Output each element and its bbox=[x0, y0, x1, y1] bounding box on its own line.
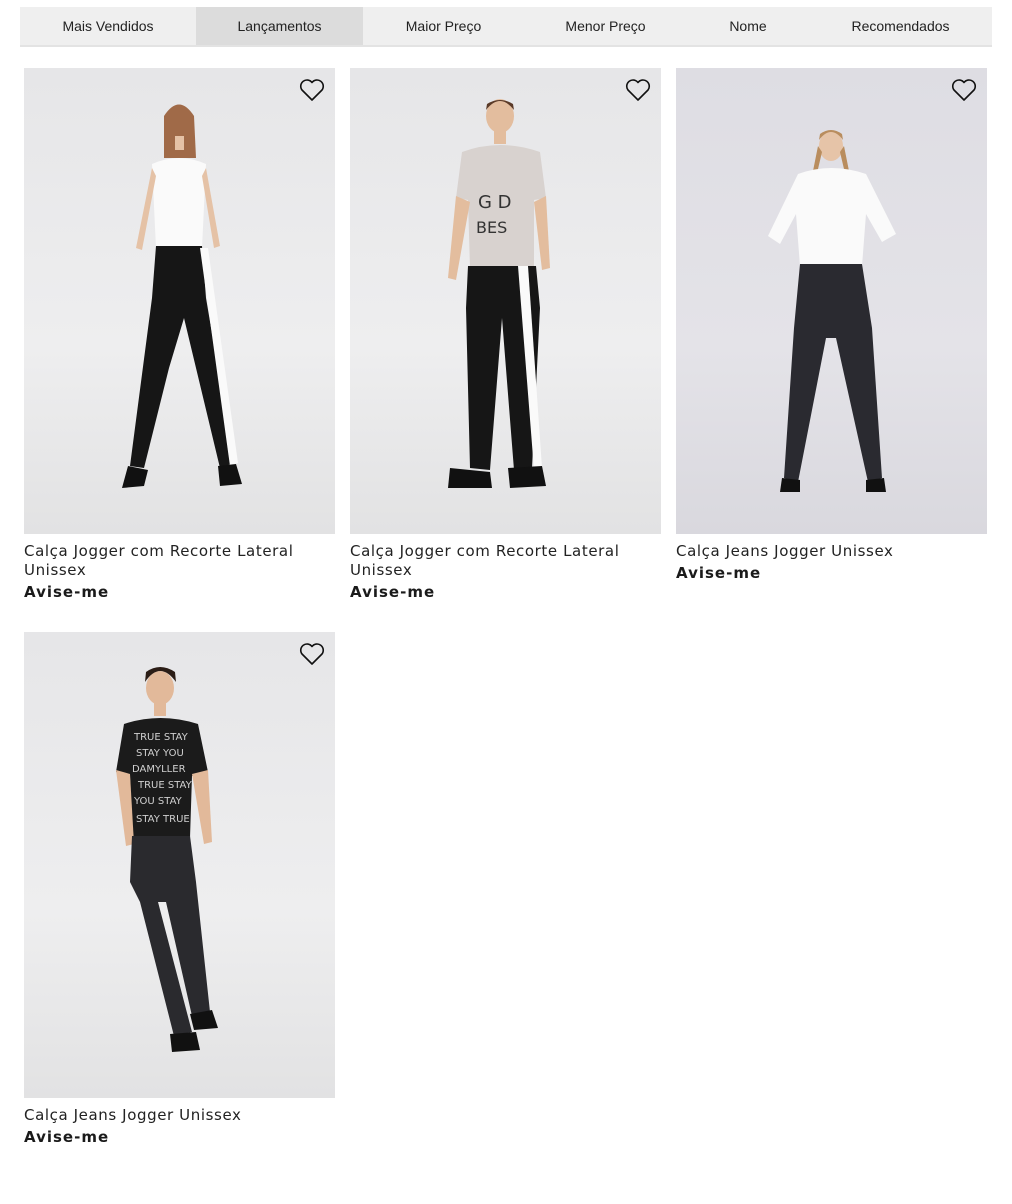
product-name[interactable]: Calça Jeans Jogger Unissex bbox=[24, 1106, 314, 1125]
heart-outline-icon[interactable] bbox=[299, 78, 325, 102]
product-image[interactable] bbox=[24, 68, 335, 534]
heart-outline-icon[interactable] bbox=[951, 78, 977, 102]
sort-bar: Mais Vendidos Lançamentos Maior Preço Me… bbox=[20, 7, 992, 47]
sort-tab-mais-vendidos[interactable]: Mais Vendidos bbox=[20, 7, 196, 45]
svg-text:TRUE STAY: TRUE STAY bbox=[137, 780, 193, 791]
product-card: Calça Jogger com Recorte Lateral Unissex… bbox=[24, 68, 335, 602]
sort-tab-recomendados[interactable]: Recomendados bbox=[809, 7, 992, 45]
product-name[interactable]: Calça Jogger com Recorte Lateral Unissex bbox=[350, 542, 640, 580]
notify-me-link[interactable]: Avise-me bbox=[24, 583, 109, 601]
product-card: TRUE STAY STAY YOU DAMYLLER TRUE STAY YO… bbox=[24, 632, 335, 1147]
sort-tab-menor-preco[interactable]: Menor Preço bbox=[524, 7, 687, 45]
product-image[interactable] bbox=[676, 68, 987, 534]
svg-text:YOU STAY: YOU STAY bbox=[133, 796, 183, 807]
product-card: Calça Jeans Jogger Unissex Avise-me bbox=[676, 68, 987, 583]
svg-text:DAMYLLER: DAMYLLER bbox=[132, 764, 186, 775]
notify-me-link[interactable]: Avise-me bbox=[350, 583, 435, 601]
product-name[interactable]: Calça Jeans Jogger Unissex bbox=[676, 542, 966, 561]
sort-tab-nome[interactable]: Nome bbox=[687, 7, 809, 45]
sort-tab-maior-preco[interactable]: Maior Preço bbox=[363, 7, 524, 45]
notify-me-link[interactable]: Avise-me bbox=[24, 1128, 109, 1146]
svg-text:TRUE STAY: TRUE STAY bbox=[133, 732, 189, 743]
heart-outline-icon[interactable] bbox=[299, 642, 325, 666]
product-image[interactable]: G D BES bbox=[350, 68, 661, 534]
svg-text:STAY YOU: STAY YOU bbox=[136, 748, 184, 759]
notify-me-link[interactable]: Avise-me bbox=[676, 564, 761, 582]
product-image[interactable]: TRUE STAY STAY YOU DAMYLLER TRUE STAY YO… bbox=[24, 632, 335, 1098]
svg-text:BES: BES bbox=[476, 218, 507, 237]
sort-tab-lancamentos[interactable]: Lançamentos bbox=[196, 7, 363, 45]
product-card: G D BES Calça Jogger com Recorte Lateral… bbox=[350, 68, 661, 602]
svg-text:STAY TRUE: STAY TRUE bbox=[136, 814, 190, 825]
svg-text:G D: G D bbox=[478, 192, 512, 213]
heart-outline-icon[interactable] bbox=[625, 78, 651, 102]
product-name[interactable]: Calça Jogger com Recorte Lateral Unissex bbox=[24, 542, 314, 580]
